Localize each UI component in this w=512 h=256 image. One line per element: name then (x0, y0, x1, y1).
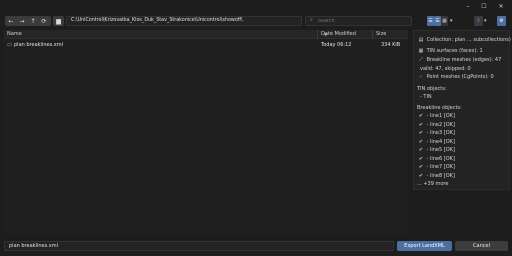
breakline-item: ✔ - line2 [OK] (417, 122, 455, 128)
file-date: Today 06:12 (321, 42, 352, 48)
chevron-down-icon: ▾ (484, 18, 487, 24)
point-meshes-text: Point meshes (CgPoints): 0 (426, 74, 494, 80)
breakline-item: ✔ - line5 [OK] (417, 147, 455, 153)
tin-surfaces-text: TIN surfaces (faces): 1 (426, 48, 483, 54)
breakline-item-label: - line3 [OK] (426, 130, 455, 136)
export-landxml-button[interactable]: Export LandXML (397, 241, 452, 251)
collection-text: Collection: plan ... subcollections) (426, 37, 511, 43)
up-arrow-icon: ↑ (30, 17, 36, 25)
breakline-item-label: - line1 [OK] (426, 113, 455, 119)
tin-objects-label: TIN objects: (417, 86, 447, 92)
list-icon: ☰ (428, 18, 433, 24)
forward-arrow-icon: → (19, 17, 25, 25)
view-horizontal-list-button[interactable]: ☰ (434, 16, 441, 26)
breakline-item: ✔ - line3 [OK] (417, 130, 455, 136)
check-icon: ✔ (418, 164, 424, 170)
back-arrow-icon: ← (8, 17, 14, 25)
export-info-panel: ▤ Collection: plan ... subcollections) ▦… (413, 30, 511, 190)
file-list[interactable] (4, 39, 408, 234)
breakline-item-label: - line4 [OK] (426, 138, 455, 145)
points-icon: ⁘ (418, 74, 424, 80)
breakline-item: ✔ - line8 [OK] (417, 173, 455, 179)
cancel-button[interactable]: Cancel (455, 241, 508, 251)
search-field[interactable]: ⌕ (305, 16, 412, 26)
check-icon: ✔ (418, 121, 424, 128)
check-icon: ✔ (418, 138, 424, 145)
file-row[interactable]: ▭ plan breaklines.xml Today 06:12 334 Ki… (4, 41, 408, 49)
column-divider (317, 30, 318, 39)
breakline-item-label: - line5 [OK] (426, 147, 455, 153)
tin-surfaces-row: ▦ TIN surfaces (faces): 1 (417, 48, 483, 54)
breakline-meshes-text: Breakline meshes (edges): 47 (426, 57, 502, 63)
horizontal-list-icon: ☰ (435, 18, 440, 24)
breakline-item: ✔ - line1 [OK] (417, 113, 455, 119)
tin-object-item: - TIN (420, 94, 432, 100)
forward-button[interactable]: → (17, 16, 27, 26)
point-meshes-row: ⁘ Point meshes (CgPoints): 0 (417, 74, 494, 80)
search-icon: ⌕ (310, 18, 313, 23)
breakline-objects-label: Breakline objects: (417, 105, 462, 111)
more-items-text: ... +39 more (417, 181, 449, 187)
breakline-item: ✔ - line4 [OK] (417, 139, 455, 145)
parent-directory-button[interactable]: ↑ (28, 16, 38, 26)
close-window-button[interactable]: ✕ (494, 2, 508, 11)
breakline-item-label: - line7 [OK] (426, 164, 455, 170)
edges-icon: ⟋ (419, 57, 423, 63)
filter-dropdown[interactable]: ▾ (484, 16, 490, 26)
check-icon: ✔ (418, 130, 424, 136)
file-icon: ▭ (7, 42, 12, 48)
file-size: 334 KiB (381, 42, 401, 48)
breakline-item: ✔ - line7 [OK] (417, 164, 455, 170)
search-input[interactable] (318, 17, 408, 25)
column-header-date[interactable]: Date Modified (321, 30, 356, 39)
filter-icon: ⚲ (476, 18, 481, 24)
close-icon: ✕ (498, 3, 504, 10)
back-button[interactable]: ← (6, 16, 16, 26)
collection-row: ▤ Collection: plan ... subcollections) (417, 37, 511, 43)
column-divider (372, 30, 373, 39)
chevron-down-icon: ▾ (450, 18, 453, 24)
breakline-item-label: - line6 [OK] (426, 155, 455, 162)
view-vertical-list-button[interactable]: ☰ (427, 16, 434, 26)
refresh-icon: ⟳ (41, 17, 47, 25)
check-icon: ✔ (418, 172, 424, 179)
minimize-icon: – (466, 3, 470, 10)
view-thumbnails-button[interactable]: ▦ (441, 16, 448, 26)
new-folder-button[interactable]: ▆ (53, 16, 64, 26)
filter-button[interactable]: ⚲ (474, 16, 483, 26)
settings-button[interactable]: ⚙ (497, 16, 506, 26)
breakline-item-label: - line2 [OK] (426, 121, 455, 128)
maximize-icon: ☐ (481, 3, 487, 10)
display-settings-dropdown[interactable]: ▾ (450, 16, 458, 26)
refresh-button[interactable]: ⟳ (39, 16, 49, 26)
column-header-size[interactable]: Size (376, 30, 386, 39)
filename-input[interactable]: plan breaklines.xml (4, 241, 394, 251)
file-name: plan breaklines.xml (14, 42, 63, 48)
grid-icon: ▦ (442, 18, 447, 24)
breakline-meshes-row: ⟋ Breakline meshes (edges): 47 (417, 57, 501, 63)
maximize-button[interactable]: ☐ (477, 2, 491, 11)
valid-skipped-text: valid: 47, skipped: 0 (420, 66, 471, 72)
directory-path-field[interactable]: C:\UniControl\Krizovatka_Klos_Duk_Stav_S… (66, 16, 302, 26)
collection-icon: ▤ (418, 37, 424, 43)
minimize-button[interactable]: – (461, 2, 475, 11)
breakline-item: ✔ - line6 [OK] (417, 156, 455, 162)
new-folder-icon: ▆ (56, 17, 61, 25)
check-icon: ✔ (418, 155, 424, 162)
check-icon: ✔ (418, 113, 424, 119)
mesh-icon: ▦ (418, 48, 424, 54)
column-header-name[interactable]: Name (7, 30, 22, 39)
check-icon: ✔ (418, 147, 424, 153)
breakline-item-label: - line8 [OK] (426, 172, 455, 179)
gear-icon: ⚙ (499, 18, 504, 24)
